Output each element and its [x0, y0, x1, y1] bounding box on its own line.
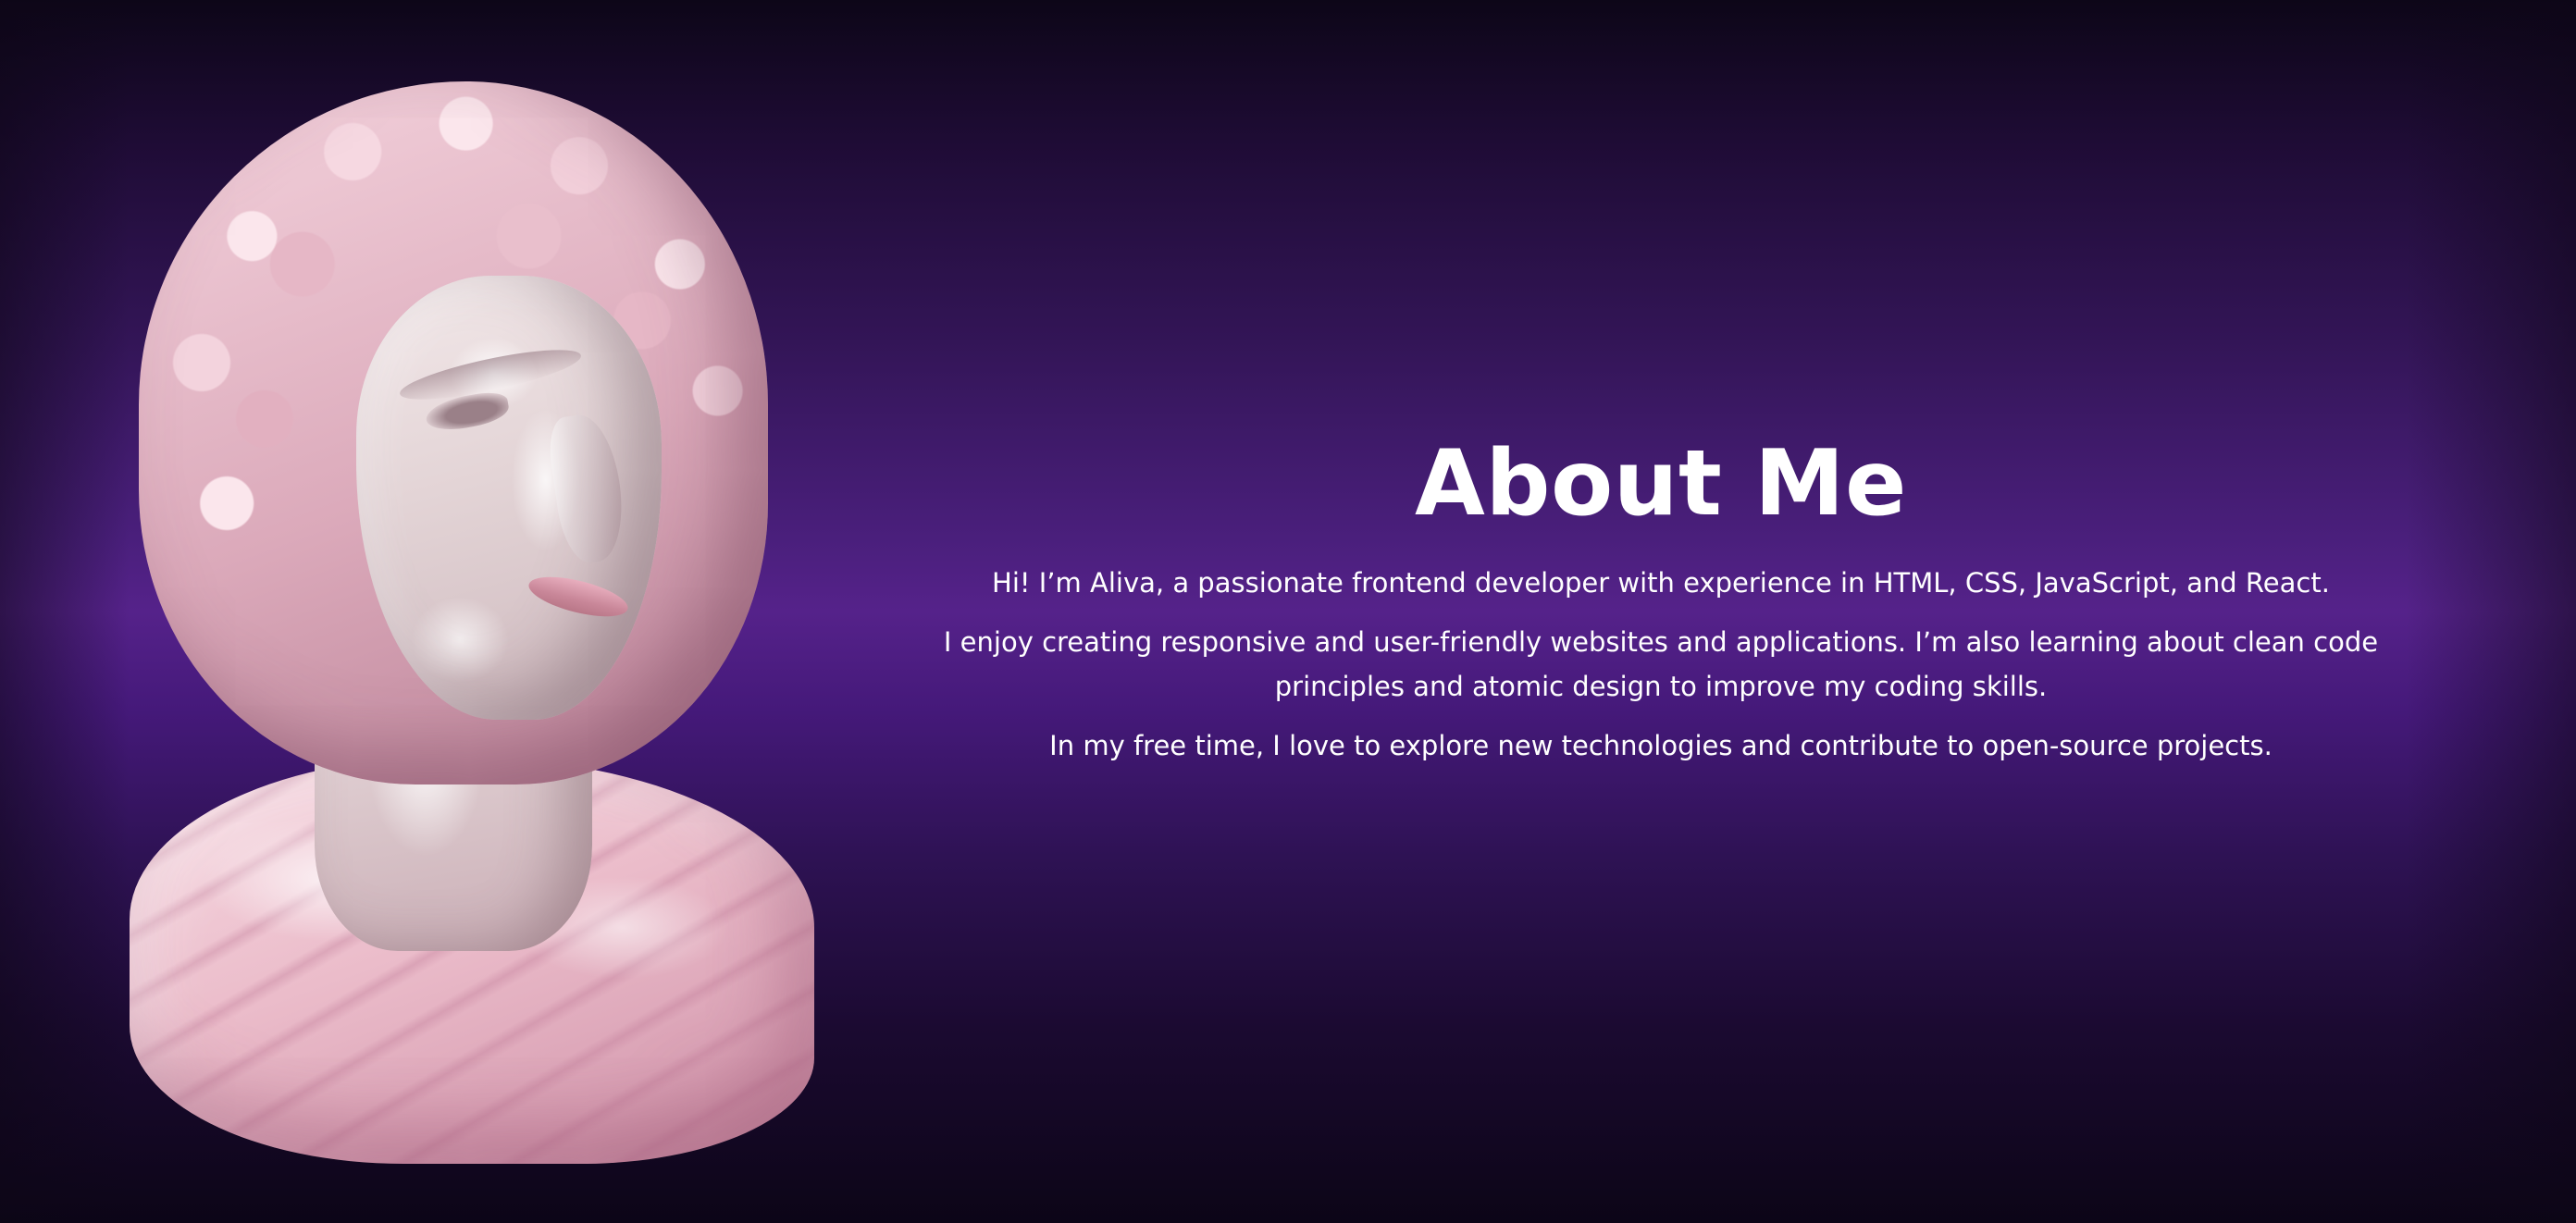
about-title: About Me	[1414, 431, 1908, 537]
about-paragraph-skills: I enjoy creating responsive and user-fri…	[943, 625, 2379, 702]
about-paragraph-intro: Hi! I’m Aliva, a passionate frontend dev…	[992, 566, 2330, 599]
sculpture-image	[120, 81, 824, 1164]
about-paragraph-hobbies: In my free time, I love to explore new t…	[1049, 729, 2273, 761]
about-section: About Me Hi! I’m Aliva, a passionate fro…	[925, 431, 2396, 783]
